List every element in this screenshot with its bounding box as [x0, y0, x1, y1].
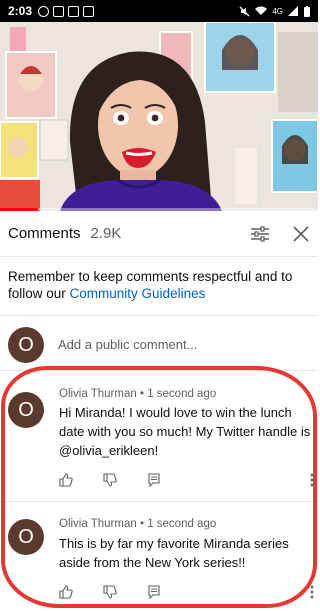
add-comment-input[interactable]: Add a public comment... [58, 337, 197, 352]
video-thumbnail [0, 22, 318, 211]
gallery-icon [83, 5, 95, 17]
instagram-icon [68, 5, 80, 17]
status-time: 2:03 [8, 4, 33, 18]
instagram-icon [53, 5, 65, 17]
comment-time: 1 second ago [147, 518, 217, 530]
more-options-icon[interactable] [310, 585, 314, 599]
avatar: O [8, 327, 44, 363]
comment-actions [59, 585, 161, 599]
comment-item: O Olivia Thurman • 1 second ago This is … [0, 502, 318, 610]
reply-icon[interactable] [147, 473, 161, 487]
comments-header: Comments 2.9K [0, 211, 318, 257]
sort-filter-icon[interactable] [250, 225, 270, 243]
close-icon[interactable] [292, 225, 310, 243]
thumbs-down-icon[interactable] [103, 473, 117, 487]
thumbs-up-icon[interactable] [59, 585, 73, 599]
divider [0, 315, 318, 316]
pinterest-icon [38, 5, 50, 17]
more-options-icon[interactable] [310, 473, 314, 487]
signal-icon [288, 6, 298, 16]
video-player[interactable] [0, 22, 318, 211]
comment-text: This is by far my favorite Miranda serie… [59, 536, 289, 570]
comment-time: 1 second ago [147, 388, 217, 400]
comment-text: Hi Miranda! I would love to win the lunc… [59, 405, 311, 458]
community-notice: Remember to keep comments respectful and… [8, 268, 310, 302]
avatar[interactable]: O [8, 519, 44, 555]
status-right: 4G [239, 5, 310, 17]
avatar-letter: O [18, 333, 34, 356]
network-type: 4G [272, 6, 283, 16]
battery-icon [304, 5, 310, 17]
avatar-letter: O [18, 525, 34, 548]
comment-actions [59, 473, 161, 487]
avatar[interactable]: O [8, 392, 44, 428]
mute-icon [239, 6, 250, 16]
comment-item: O Olivia Thurman • 1 second ago Hi Miran… [0, 370, 318, 500]
comments-title: Comments [8, 225, 81, 242]
thumbs-up-icon[interactable] [59, 473, 73, 487]
status-bar: 2:03 4G [0, 0, 318, 22]
comment-author[interactable]: Olivia Thurman [59, 518, 137, 530]
community-guidelines-link[interactable]: Community Guidelines [70, 286, 206, 301]
wifi-icon [255, 6, 268, 15]
thumbs-down-icon[interactable] [103, 585, 117, 599]
reply-icon[interactable] [147, 585, 161, 599]
comment-author[interactable]: Olivia Thurman [59, 388, 137, 400]
comments-count: 2.9K [90, 225, 122, 242]
avatar-letter: O [18, 398, 34, 421]
comment-meta: Olivia Thurman • 1 second ago [59, 388, 217, 400]
comment-meta: Olivia Thurman • 1 second ago [59, 518, 217, 530]
